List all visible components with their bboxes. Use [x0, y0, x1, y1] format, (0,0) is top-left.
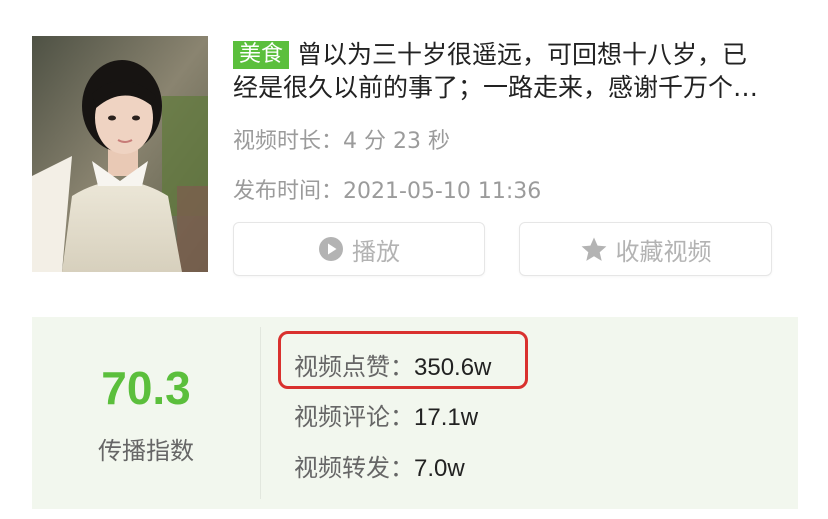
publish-value: 2021-05-10 11:36	[343, 179, 542, 204]
shares-label: 视频转发：	[294, 454, 414, 482]
video-duration: 视频时长：4 分 23 秒	[233, 123, 450, 155]
play-circle-icon	[318, 236, 344, 262]
publish-time: 发布时间：2021-05-10 11:36	[233, 173, 541, 205]
spread-index-label: 传播指数	[98, 437, 194, 465]
title-line-1: 美食 曾以为三十岁很遥远，可回想十八岁，已	[233, 38, 793, 71]
play-button-label: 播放	[352, 237, 400, 266]
title-text-1: 曾以为三十岁很遥远，可回想十八岁，已	[297, 40, 748, 69]
stat-shares: 视频转发：7.0w	[294, 448, 465, 483]
publish-label: 发布时间：	[233, 179, 344, 204]
stats-divider	[260, 327, 261, 499]
stat-comments: 视频评论：17.1w	[294, 397, 478, 432]
video-title[interactable]: 美食 曾以为三十岁很遥远，可回想十八岁，已 经是很久以前的事了；一路走来，感谢千万…	[233, 38, 793, 104]
star-icon	[580, 236, 608, 263]
category-tag: 美食	[233, 41, 290, 69]
likes-highlight-box	[278, 331, 528, 389]
shares-value: 7.0w	[414, 455, 465, 482]
favorite-button-label: 收藏视频	[615, 237, 712, 266]
duration-value: 4 分 23 秒	[343, 129, 450, 154]
duration-label: 视频时长：	[233, 129, 344, 154]
play-button[interactable]: 播放	[233, 222, 485, 276]
comments-label: 视频评论：	[294, 403, 414, 431]
thumbnail-image	[32, 36, 208, 272]
spread-index-value: 70.3	[101, 362, 191, 414]
video-card: 美食 曾以为三十岁很遥远，可回想十八岁，已 经是很久以前的事了；一路走来，感谢千万…	[0, 0, 828, 519]
title-line-2: 经是很久以前的事了；一路走来，感谢千万个…	[233, 73, 759, 102]
comments-value: 17.1w	[414, 404, 479, 431]
favorite-button[interactable]: 收藏视频	[519, 222, 772, 276]
video-thumbnail[interactable]	[32, 36, 208, 272]
